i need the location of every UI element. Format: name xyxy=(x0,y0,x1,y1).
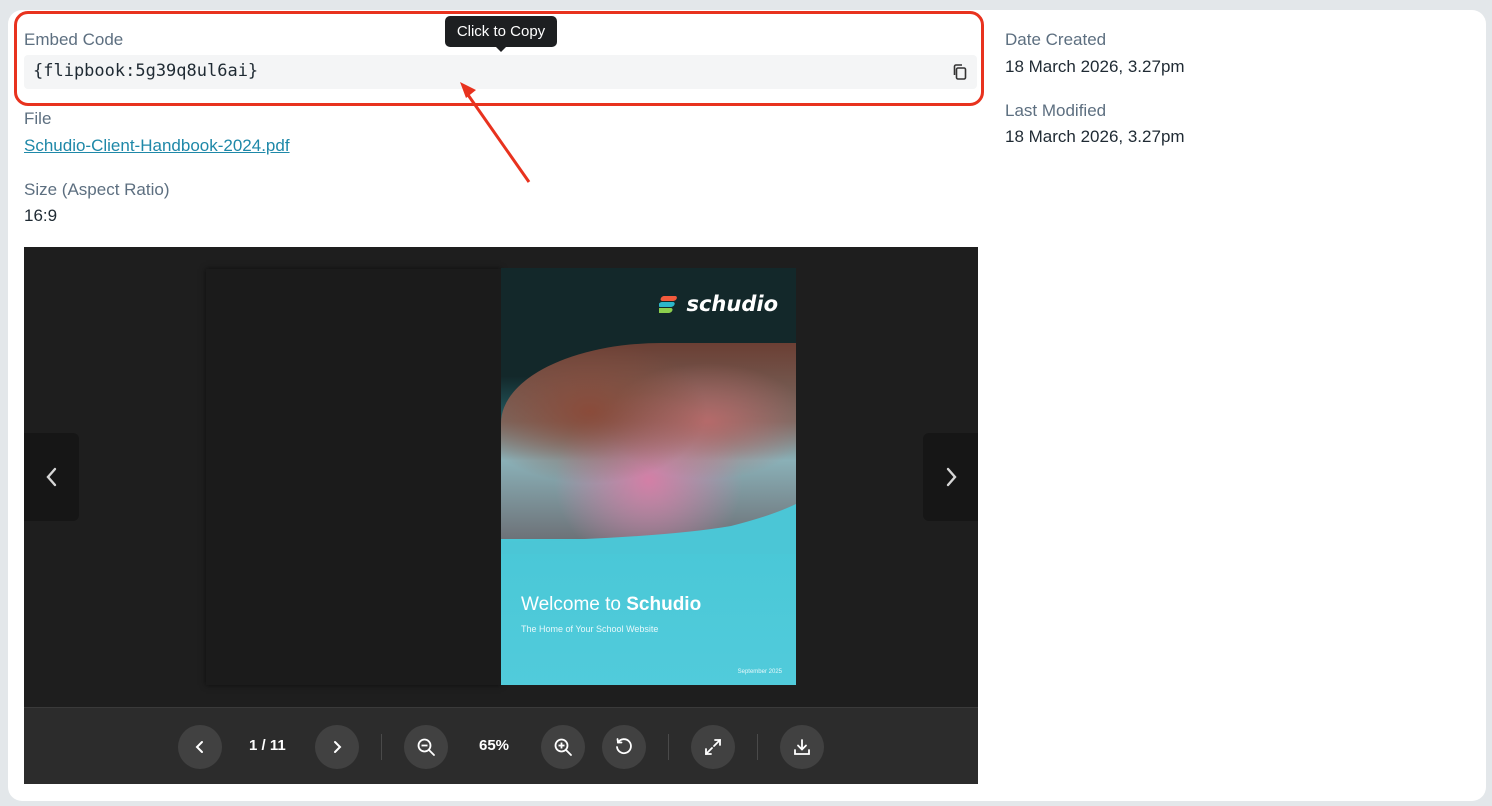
cover-brand-name: schudio xyxy=(686,292,778,316)
fullscreen-icon xyxy=(705,739,721,755)
zoom-in-icon xyxy=(554,738,572,756)
zoom-in-button[interactable] xyxy=(541,725,585,769)
toolbar-divider xyxy=(381,734,382,760)
zoom-level: 65% xyxy=(479,737,510,754)
viewer-toolbar: 1 / 11 65% xyxy=(24,707,978,784)
flipbook-stage: schudio Welcome to Schudio The Home of Y… xyxy=(24,247,978,707)
copy-tooltip: Click to Copy xyxy=(445,16,557,52)
toolbar-divider xyxy=(757,734,758,760)
chevron-right-icon xyxy=(946,467,957,487)
cover-page[interactable]: schudio Welcome to Schudio The Home of Y… xyxy=(501,268,796,685)
rotate-button[interactable] xyxy=(602,725,646,769)
last-modified-label: Last Modified xyxy=(1005,101,1107,120)
chevron-right-icon xyxy=(334,741,342,753)
page-indicator: 1 / 11 xyxy=(249,737,286,754)
rotate-icon xyxy=(616,738,632,755)
embed-code-value: {flipbook:5g39q8ul6ai} xyxy=(33,61,259,81)
zoom-out-button[interactable] xyxy=(404,725,448,769)
size-label: Size (Aspect Ratio) xyxy=(24,180,170,199)
download-button[interactable] xyxy=(780,725,824,769)
cover-date: September 2025 xyxy=(737,669,782,675)
blank-page xyxy=(206,269,501,685)
chevron-left-icon xyxy=(195,741,203,753)
date-created-label: Date Created xyxy=(1005,30,1107,49)
cover-welcome-prefix: Welcome to xyxy=(521,594,627,615)
file-label: File xyxy=(24,109,52,128)
annotation-arrow xyxy=(460,82,531,183)
zoom-out-icon xyxy=(417,738,435,756)
copy-icon[interactable] xyxy=(950,62,970,82)
download-icon xyxy=(794,739,810,755)
cover-photo-curve xyxy=(501,504,796,554)
flipbook-viewer: schudio Welcome to Schudio The Home of Y… xyxy=(24,247,978,784)
previous-page-button[interactable] xyxy=(24,433,79,521)
toolbar-divider xyxy=(668,734,669,760)
schudio-logo-icon xyxy=(659,296,678,313)
chevron-left-icon xyxy=(45,467,56,487)
size-value: 16:9 xyxy=(24,206,58,225)
toolbar-next-button[interactable] xyxy=(315,725,359,769)
next-page-button[interactable] xyxy=(923,433,978,521)
cover-welcome-brand: Schudio xyxy=(626,594,702,615)
cover-welcome: Welcome to Schudio xyxy=(521,594,701,616)
file-link[interactable]: Schudio-Client-Handbook-2024.pdf xyxy=(24,136,290,156)
fullscreen-button[interactable] xyxy=(691,725,735,769)
cover-brand: schudio xyxy=(659,292,778,316)
toolbar-previous-button[interactable] xyxy=(178,725,222,769)
last-modified-value: 18 March 2026, 3.27pm xyxy=(1005,127,1185,146)
cover-tagline: The Home of Your School Website xyxy=(521,624,659,634)
date-created-value: 18 March 2026, 3.27pm xyxy=(1005,57,1185,76)
embed-code-label: Embed Code xyxy=(24,30,124,49)
